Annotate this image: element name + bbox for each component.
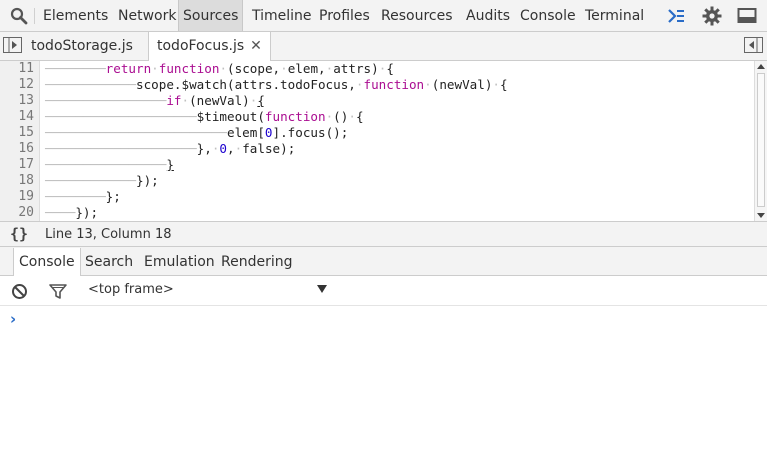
toolbar-divider (34, 8, 35, 24)
main-toolbar: Elements Network Sources Timeline Profil… (0, 0, 767, 32)
frame-select[interactable]: <top frame> (88, 282, 328, 300)
tab-resources[interactable]: Resources (381, 0, 453, 31)
editor-scrollbar[interactable] (754, 61, 767, 221)
editor-tab-bar: todoStorage.js todoFocus.js ✕ (0, 32, 767, 62)
chevron-down-icon[interactable] (317, 285, 327, 293)
tab-audits[interactable]: Audits (466, 0, 510, 31)
code-editor[interactable]: 11 12 13 14 15 16 17 18 19 20 ────────re… (0, 61, 767, 221)
code-line: ────}); (45, 205, 99, 220)
code-line: ────────────}); (45, 173, 159, 188)
line-number: 18 (18, 173, 34, 188)
dock-icon[interactable] (737, 6, 757, 26)
drawer-tab-search[interactable]: Search (80, 248, 138, 276)
file-tab-todostorage[interactable]: todoStorage.js (23, 32, 141, 61)
console-prompt-icon[interactable]: › (10, 310, 16, 328)
tab-terminal[interactable]: Terminal (585, 0, 644, 31)
console-drawer-icon[interactable] (666, 6, 686, 26)
tab-sources[interactable]: Sources (178, 0, 244, 31)
clear-console-icon[interactable] (11, 283, 28, 300)
tab-elements[interactable]: Elements (43, 0, 108, 31)
line-number: 15 (18, 125, 34, 140)
tab-timeline[interactable]: Timeline (252, 0, 312, 31)
file-tab-label: todoFocus.js (157, 38, 245, 54)
tab-console[interactable]: Console (520, 0, 576, 31)
code-line: ────────────scope.$watch(attrs.todoFocus… (45, 77, 508, 92)
debugger-toggle-icon[interactable] (744, 37, 763, 53)
console-toolbar: <top frame> (0, 276, 767, 306)
line-number: 12 (18, 77, 34, 92)
navigator-toggle-icon[interactable] (3, 37, 22, 53)
line-number: 17 (18, 157, 34, 172)
close-icon[interactable]: ✕ (250, 32, 262, 61)
drawer-tab-emulation[interactable]: Emulation (139, 248, 220, 276)
tab-network[interactable]: Network (118, 0, 176, 31)
code-line: ────────────────────$timeout(function·()… (45, 109, 364, 124)
search-icon[interactable] (10, 7, 28, 25)
code-line: ────────return·function·(scope,·elem,·at… (45, 61, 394, 76)
line-number: 13 (18, 93, 34, 108)
code-line: ────────────────────},·0,·false); (45, 141, 296, 156)
drawer-tab-rendering[interactable]: Rendering (216, 248, 298, 276)
code-line: ────────────────────────elem[0].focus(); (45, 125, 349, 140)
drawer-tab-bar: Console Search Emulation Rendering (0, 247, 767, 277)
console-output[interactable]: › (0, 307, 767, 450)
code-area[interactable]: ────────return·function·(scope,·elem,·at… (45, 61, 750, 221)
code-line: ────────}; (45, 189, 121, 204)
line-number: 20 (18, 205, 34, 220)
filter-icon[interactable] (49, 283, 67, 300)
line-number: 14 (18, 109, 34, 124)
scroll-down-arrow-icon[interactable] (757, 213, 765, 218)
pretty-print-button[interactable]: {} (10, 225, 28, 243)
line-gutter: 11 12 13 14 15 16 17 18 19 20 (0, 61, 40, 221)
line-number: 16 (18, 141, 34, 156)
gear-icon[interactable] (702, 6, 722, 26)
scroll-up-arrow-icon[interactable] (757, 64, 765, 69)
file-tab-label: todoStorage.js (31, 38, 133, 54)
drawer-tab-console[interactable]: Console (13, 248, 81, 277)
tab-profiles[interactable]: Profiles (319, 0, 370, 31)
file-tab-todofocus[interactable]: todoFocus.js ✕ (148, 32, 271, 62)
line-number: 11 (18, 61, 34, 76)
cursor-position: Line 13, Column 18 (45, 227, 172, 242)
code-line: ────────────────} (45, 157, 174, 172)
code-line: ────────────────if·(newVal)·{ (45, 93, 265, 108)
line-number: 19 (18, 189, 34, 204)
scrollbar-thumb[interactable] (757, 73, 765, 207)
editor-status-bar: {} Line 13, Column 18 (0, 221, 767, 247)
